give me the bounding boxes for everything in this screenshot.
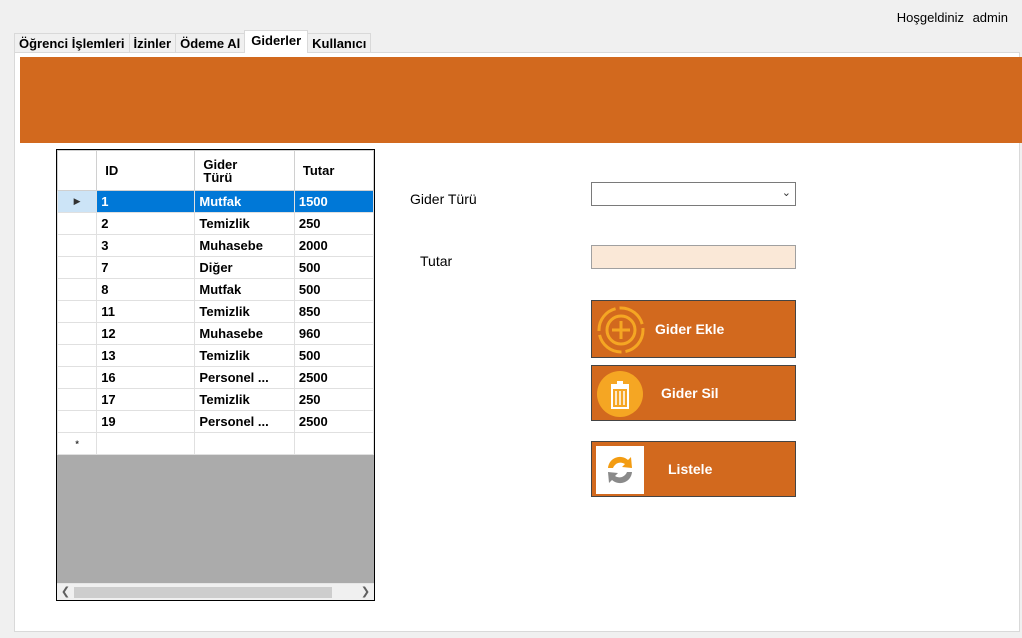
grid-cell[interactable]: Temizlik bbox=[194, 212, 295, 235]
grid-cell[interactable]: Diğer bbox=[194, 256, 295, 279]
grid-cell[interactable]: 850 bbox=[293, 300, 374, 323]
grid-cell[interactable] bbox=[293, 432, 374, 455]
grid-corner-header[interactable] bbox=[57, 150, 98, 191]
row-header[interactable] bbox=[57, 388, 98, 411]
gider-turu-combobox[interactable]: ⌄ bbox=[591, 182, 796, 206]
grid-cell[interactable]: 12 bbox=[96, 322, 196, 345]
grid-cell[interactable]: 1500 bbox=[293, 190, 374, 213]
gider-ekle-button[interactable]: Gider Ekle bbox=[591, 300, 796, 358]
listele-label: Listele bbox=[668, 461, 713, 477]
table-row[interactable]: 19 Personel ... 2500 bbox=[57, 410, 374, 433]
grid-cell[interactable]: 2500 bbox=[293, 366, 374, 389]
gider-turu-label: Gider Türü bbox=[410, 191, 477, 207]
grid-cell[interactable]: Muhasebe bbox=[194, 234, 295, 257]
grid-cell[interactable]: Mutfak bbox=[194, 278, 295, 301]
plus-circle-icon bbox=[596, 305, 646, 358]
table-row[interactable]: 13 Temizlik 500 bbox=[57, 344, 374, 367]
tab-ogrenci-islemleri[interactable]: Öğrenci İşlemleri bbox=[14, 33, 130, 53]
tab-kullanici[interactable]: Kullanıcı bbox=[307, 33, 372, 53]
horizontal-scrollbar[interactable]: ❮ ❯ bbox=[57, 583, 374, 600]
grid-cell[interactable]: 2500 bbox=[293, 410, 374, 433]
row-header[interactable] bbox=[57, 366, 98, 389]
column-header-gider-turu-text: Gider Türü bbox=[203, 156, 238, 185]
column-header-id[interactable]: ID bbox=[96, 150, 196, 191]
row-header[interactable] bbox=[57, 344, 98, 367]
grid-cell[interactable]: Personel ... bbox=[194, 366, 295, 389]
grid-cell[interactable]: 500 bbox=[293, 344, 374, 367]
grid-cell[interactable]: 13 bbox=[96, 344, 196, 367]
grid-cell[interactable]: Muhasebe bbox=[194, 322, 295, 345]
listele-button[interactable]: Listele bbox=[591, 441, 796, 497]
column-header-tutar[interactable]: Tutar bbox=[293, 150, 374, 191]
grid-cell[interactable]: 2000 bbox=[293, 234, 374, 257]
row-header[interactable] bbox=[57, 234, 98, 257]
refresh-icon bbox=[596, 446, 644, 494]
row-header[interactable] bbox=[57, 212, 98, 235]
tab-bar: Öğrenci İşlemleri İzinler Ödeme Al Gider… bbox=[14, 30, 372, 53]
table-row[interactable]: 17 Temizlik 250 bbox=[57, 388, 374, 411]
row-header[interactable]: ▶ bbox=[57, 190, 98, 213]
grid-cell[interactable]: 3 bbox=[96, 234, 196, 257]
table-row[interactable]: 16 Personel ... 2500 bbox=[57, 366, 374, 389]
scroll-right-icon[interactable]: ❯ bbox=[357, 584, 374, 600]
grid-body: ▶ 1 Mutfak 1500 2 Temizlik 250 3 Muhasebe 2000 7 Di… bbox=[57, 190, 374, 455]
grid-cell[interactable]: 500 bbox=[293, 278, 374, 301]
grid-cell[interactable]: Temizlik bbox=[194, 344, 295, 367]
header-banner bbox=[20, 57, 1022, 143]
giderler-tab-page: ID Gider Türü Tutar ▶ 1 Mutfak 1500 2 Temizli… bbox=[14, 52, 1022, 632]
grid-cell[interactable]: 960 bbox=[293, 322, 374, 345]
row-header[interactable] bbox=[57, 278, 98, 301]
scrollbar-thumb[interactable] bbox=[74, 587, 332, 598]
welcome-text: Hoşgeldiniz admin bbox=[897, 10, 1008, 25]
grid-cell[interactable]: 19 bbox=[96, 410, 196, 433]
trash-icon bbox=[596, 370, 644, 421]
grid-cell[interactable]: 250 bbox=[293, 212, 374, 235]
row-header[interactable] bbox=[57, 300, 98, 323]
grid-cell[interactable]: 11 bbox=[96, 300, 196, 323]
tutar-label: Tutar bbox=[420, 253, 453, 269]
table-row[interactable]: 7 Diğer 500 bbox=[57, 256, 374, 279]
table-row[interactable]: 8 Mutfak 500 bbox=[57, 278, 374, 301]
grid-cell[interactable]: Personel ... bbox=[194, 410, 295, 433]
grid-cell[interactable]: 16 bbox=[96, 366, 196, 389]
grid-cell[interactable] bbox=[96, 432, 196, 455]
grid-cell[interactable]: Mutfak bbox=[194, 190, 295, 213]
table-row[interactable]: 12 Muhasebe 960 bbox=[57, 322, 374, 345]
scroll-left-icon[interactable]: ❮ bbox=[57, 584, 74, 600]
new-row[interactable]: * bbox=[57, 432, 374, 455]
username-label: admin bbox=[972, 10, 1008, 25]
table-row[interactable]: 11 Temizlik 850 bbox=[57, 300, 374, 323]
welcome-label: Hoşgeldiniz bbox=[896, 10, 964, 25]
gider-sil-button[interactable]: Gider Sil bbox=[591, 365, 796, 421]
column-header-gider-turu[interactable]: Gider Türü bbox=[194, 150, 295, 191]
grid-cell[interactable]: 250 bbox=[293, 388, 374, 411]
tab-izinler[interactable]: İzinler bbox=[128, 33, 177, 53]
gider-sil-label: Gider Sil bbox=[661, 385, 719, 401]
table-row[interactable]: 3 Muhasebe 2000 bbox=[57, 234, 374, 257]
tab-giderler[interactable]: Giderler bbox=[244, 30, 309, 53]
grid-cell[interactable]: Temizlik bbox=[194, 300, 295, 323]
row-header[interactable] bbox=[57, 322, 98, 345]
grid-cell[interactable] bbox=[194, 432, 295, 455]
grid-cell[interactable]: 7 bbox=[96, 256, 196, 279]
grid-header-row: ID Gider Türü Tutar bbox=[57, 150, 374, 191]
chevron-down-icon[interactable]: ⌄ bbox=[782, 186, 791, 199]
grid-cell[interactable]: 8 bbox=[96, 278, 196, 301]
grid-cell[interactable]: 2 bbox=[96, 212, 196, 235]
gider-ekle-label: Gider Ekle bbox=[655, 321, 725, 337]
tutar-input[interactable] bbox=[591, 245, 796, 269]
row-header[interactable] bbox=[57, 256, 98, 279]
grid-cell[interactable]: 17 bbox=[96, 388, 196, 411]
giderler-grid[interactable]: ID Gider Türü Tutar ▶ 1 Mutfak 1500 2 Temizli… bbox=[56, 149, 375, 601]
new-row-header[interactable]: * bbox=[57, 432, 98, 455]
table-row[interactable]: ▶ 1 Mutfak 1500 bbox=[57, 190, 374, 213]
grid-cell[interactable]: 1 bbox=[96, 190, 196, 213]
grid-cell[interactable]: Temizlik bbox=[194, 388, 295, 411]
grid-cell[interactable]: 500 bbox=[293, 256, 374, 279]
tab-odeme-al[interactable]: Ödeme Al bbox=[175, 33, 246, 53]
table-row[interactable]: 2 Temizlik 250 bbox=[57, 212, 374, 235]
row-header[interactable] bbox=[57, 410, 98, 433]
